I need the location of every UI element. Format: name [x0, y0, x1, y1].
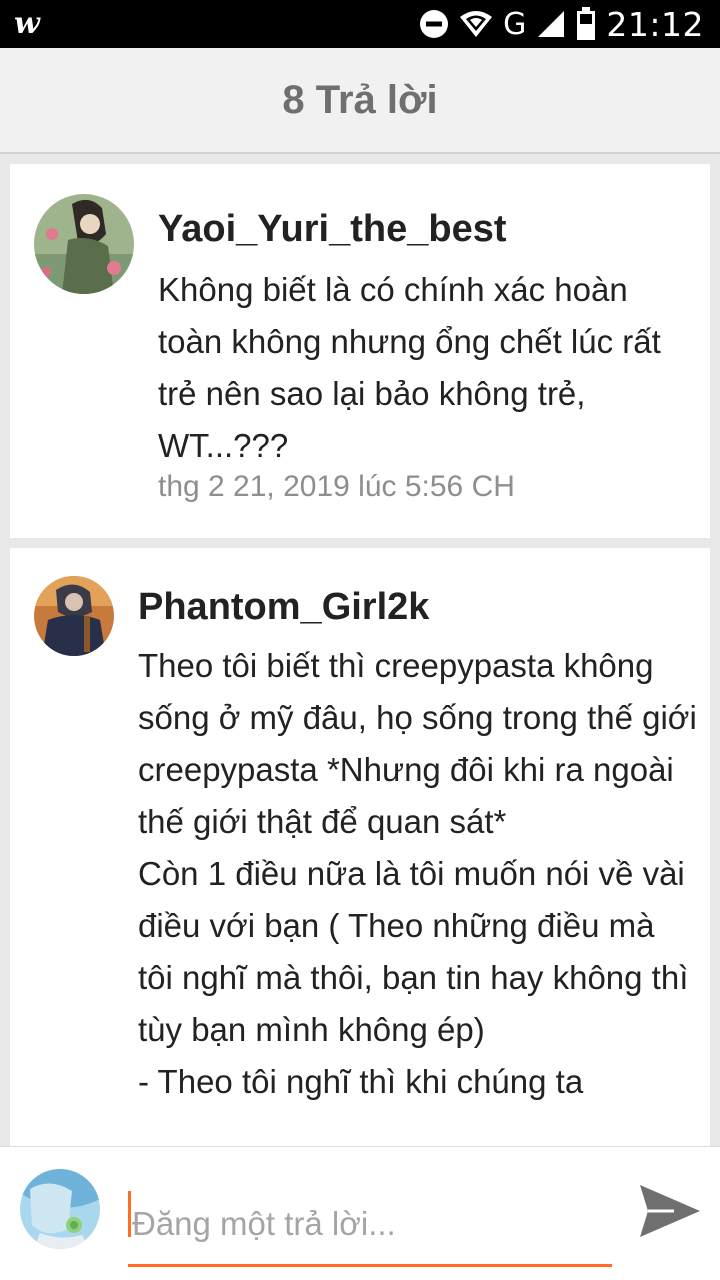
app-header: 8 Trả lời: [0, 48, 720, 154]
wifi-icon: [460, 11, 493, 37]
send-icon[interactable]: [638, 1183, 702, 1239]
comment-username[interactable]: Phantom_Girl2k: [138, 586, 429, 629]
network-type: G: [503, 6, 527, 42]
battery-icon: [577, 7, 596, 40]
comment-timestamp: thg 2 21, 2019 lúc 5:56 CH: [158, 470, 515, 503]
reply-composer: [0, 1146, 720, 1280]
avatar[interactable]: [20, 1169, 100, 1249]
avatar[interactable]: [34, 194, 134, 294]
comment-username[interactable]: Yaoi_Yuri_the_best: [158, 208, 507, 251]
status-icons: G 21:12: [419, 0, 704, 48]
wattpad-logo-icon: w: [14, 6, 40, 41]
clock: 21:12: [606, 4, 704, 44]
cellular-signal-icon: [538, 11, 565, 37]
comment-text: Không biết là có chính xác hoàn toàn khô…: [158, 271, 661, 464]
status-bar: w G 21:12: [0, 0, 720, 48]
text-cursor: [128, 1191, 131, 1237]
reply-input[interactable]: [128, 1183, 612, 1267]
reply-list[interactable]: Yaoi_Yuri_the_best Không biết là có chín…: [0, 156, 720, 1146]
comment-card[interactable]: Yaoi_Yuri_the_best Không biết là có chín…: [10, 164, 710, 538]
comment-text: Theo tôi biết thì creepypasta không sống…: [138, 647, 697, 1100]
avatar[interactable]: [34, 576, 114, 656]
do-not-disturb-icon: [420, 10, 449, 38]
page-title: 8 Trả lời: [282, 77, 438, 122]
comment-card[interactable]: Phantom_Girl2k Theo tôi biết thì creepyp…: [10, 548, 710, 1146]
